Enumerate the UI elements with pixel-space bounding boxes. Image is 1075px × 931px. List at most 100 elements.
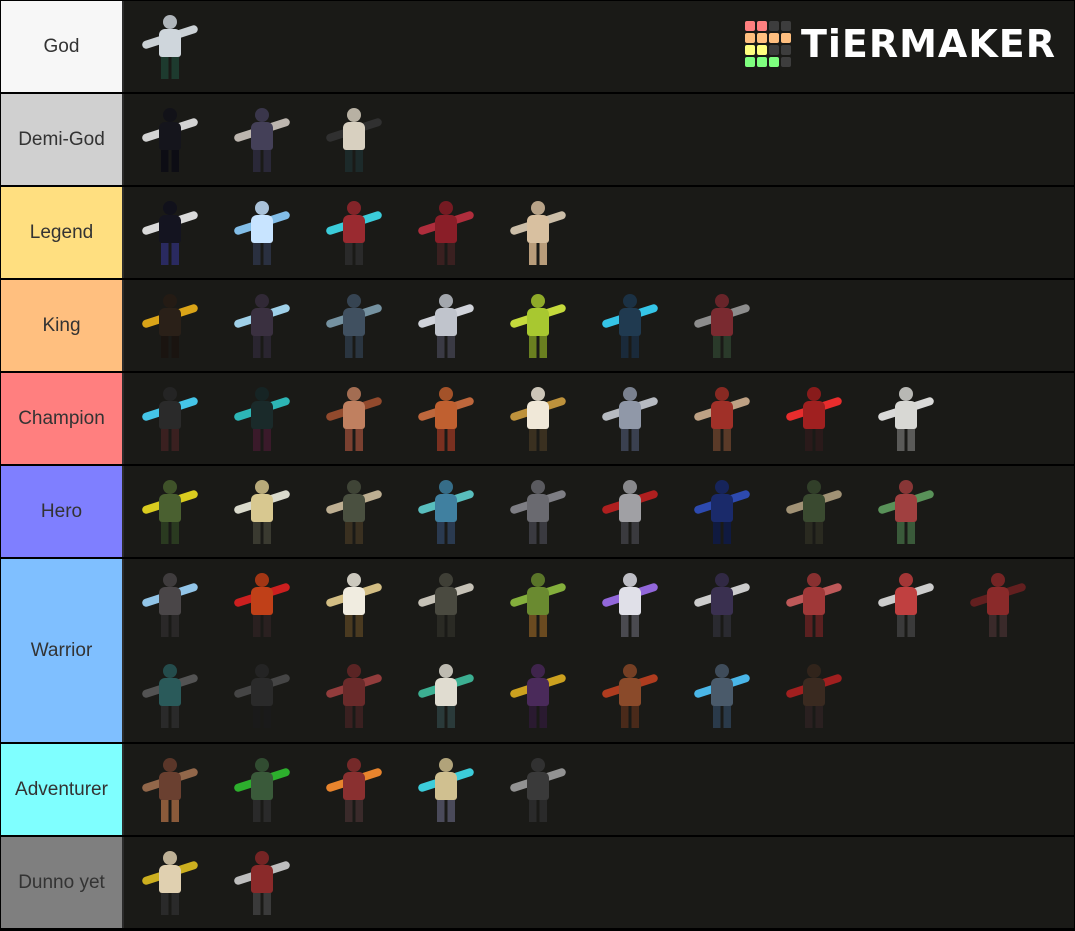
logo-grid-cell <box>756 57 767 67</box>
character-tile-silver-winged-paladin[interactable] <box>400 280 492 371</box>
character-tile-spear-dancer[interactable] <box>308 373 400 464</box>
character-tile-red-cape-archer[interactable] <box>676 373 768 464</box>
character-tile-cyan-frost-knight[interactable] <box>584 280 676 371</box>
character-tile-bearded-axeman[interactable] <box>584 650 676 741</box>
body-shape <box>343 586 365 615</box>
character-tile-cyan-orb-monk[interactable] <box>400 744 492 835</box>
tier-label[interactable]: Adventurer <box>1 744 124 835</box>
character-tile-red-blade-ninja[interactable] <box>584 466 676 557</box>
character-tile-golden-axe-gunner[interactable] <box>124 837 216 928</box>
character-tile-dark-knight-sword[interactable] <box>492 744 584 835</box>
tier-label[interactable]: Demi-God <box>1 94 124 185</box>
logo-grid-cell <box>768 21 779 31</box>
character-tile-teal-hooded-rogue[interactable] <box>124 650 216 741</box>
character-figure-icon <box>233 660 291 732</box>
head-shape <box>991 572 1005 587</box>
tier-label[interactable]: Champion <box>1 373 124 464</box>
character-tile-cyan-bow-archer[interactable] <box>124 373 216 464</box>
tier-label[interactable]: Warrior <box>1 559 124 742</box>
character-tile-ice-dual-blades[interactable] <box>216 280 308 371</box>
head-shape <box>347 386 361 401</box>
character-tile-lime-druid[interactable] <box>492 280 584 371</box>
character-tile-red-shield-greatsword[interactable] <box>768 650 860 741</box>
tier-label[interactable]: Legend <box>1 187 124 278</box>
character-tile-sickle-rogue[interactable] <box>308 466 400 557</box>
character-tile-red-masked-fighter[interactable] <box>216 837 308 928</box>
character-tile-black-greatsword[interactable] <box>216 650 308 741</box>
character-tile-red-bladed-duelist[interactable] <box>308 650 400 741</box>
character-tile-wolf-rider[interactable] <box>492 187 584 278</box>
character-tile-gold-purple-sorcerer[interactable] <box>492 650 584 741</box>
legs-shape <box>713 705 731 728</box>
legs-shape <box>253 614 271 637</box>
legs-shape <box>529 799 547 822</box>
character-tile-violet-blade-monk[interactable] <box>584 559 676 650</box>
tier-label[interactable]: Hero <box>1 466 124 557</box>
character-tile-angel-greatsword[interactable] <box>124 466 216 557</box>
character-tile-ice-sword-shield[interactable] <box>124 559 216 650</box>
tier-label[interactable]: God <box>1 1 124 92</box>
character-tile-void-scythe[interactable] <box>124 187 216 278</box>
logo-grid-cell <box>744 57 755 67</box>
body-shape <box>159 677 181 706</box>
body-shape <box>251 400 273 429</box>
character-tile-orange-brawler[interactable] <box>400 373 492 464</box>
character-tile-green-glove-brawler[interactable] <box>216 744 308 835</box>
character-tile-fire-warrior[interactable] <box>216 559 308 650</box>
character-tile-spearman[interactable] <box>308 280 400 371</box>
head-shape <box>347 200 361 215</box>
character-tile-green-cloak-archer[interactable] <box>768 466 860 557</box>
character-tile-staff-acolyte[interactable] <box>216 466 308 557</box>
character-tile-red-spellbook-mage[interactable] <box>768 559 860 650</box>
body-shape <box>435 586 457 615</box>
character-tile-teal-skirt-dancer[interactable] <box>400 650 492 741</box>
legs-shape <box>161 149 179 172</box>
tier-label[interactable]: King <box>1 280 124 371</box>
character-figure-icon <box>233 847 291 919</box>
character-tile-bat-winged-demon[interactable] <box>216 94 308 185</box>
legs-shape <box>529 428 547 451</box>
head-shape <box>531 200 545 215</box>
character-figure-icon <box>233 383 291 455</box>
character-tile-lightning-knight[interactable] <box>676 650 768 741</box>
character-tile-red-bandana-swordsman[interactable] <box>860 559 952 650</box>
legs-shape <box>161 428 179 451</box>
character-tile-hooded-reaper[interactable] <box>308 94 400 185</box>
character-tile-brawler-monk[interactable] <box>492 466 584 557</box>
head-shape <box>255 479 269 494</box>
character-figure-icon <box>601 290 659 362</box>
character-tile-shadow-greatsword[interactable] <box>124 94 216 185</box>
character-figure-icon <box>417 569 475 641</box>
character-tile-teal-winged-fighter[interactable] <box>400 466 492 557</box>
character-tile-teal-scythe-assassin[interactable] <box>216 373 308 464</box>
character-tile-purple-longsword[interactable] <box>676 559 768 650</box>
character-tile-white-robe-cleric[interactable] <box>308 559 400 650</box>
character-tile-crimson-shield-guard[interactable] <box>952 559 1044 650</box>
character-tile-crimson-warlord[interactable] <box>400 187 492 278</box>
character-tile-green-red-gladiator[interactable] <box>860 466 952 557</box>
character-tile-dual-sword-fighter[interactable] <box>676 280 768 371</box>
legs-shape <box>161 521 179 544</box>
character-tile-feather-winged-angel[interactable] <box>400 559 492 650</box>
character-tile-leaf-druid[interactable] <box>492 559 584 650</box>
head-shape <box>255 107 269 122</box>
character-tile-silver-armored-axe-knight[interactable] <box>124 1 216 92</box>
tiermaker-logo-grid-icon <box>744 21 791 67</box>
character-tile-wolf-blade[interactable] <box>584 373 676 464</box>
character-tile-golden-moth-wings[interactable] <box>124 280 216 371</box>
character-figure-icon <box>233 754 291 826</box>
character-figure-icon <box>509 569 567 641</box>
tier-label[interactable]: Dunno yet <box>1 837 124 928</box>
character-tile-flame-mage[interactable] <box>768 373 860 464</box>
tiermaker-logo: TiERMAKER <box>744 21 1056 67</box>
character-tile-ice-spear-knight[interactable] <box>216 187 308 278</box>
character-tile-cyan-blade-rogue[interactable] <box>308 187 400 278</box>
character-tile-white-hat-wanderer[interactable] <box>860 373 952 464</box>
character-tile-blue-armored-knight[interactable] <box>676 466 768 557</box>
character-tile-white-coat-gunner[interactable] <box>492 373 584 464</box>
character-figure-icon <box>969 569 1027 641</box>
body-shape <box>527 400 549 429</box>
character-tile-butterfly-fairy[interactable] <box>308 744 400 835</box>
head-shape <box>163 479 177 494</box>
character-tile-brown-coat-adventurer[interactable] <box>124 744 216 835</box>
